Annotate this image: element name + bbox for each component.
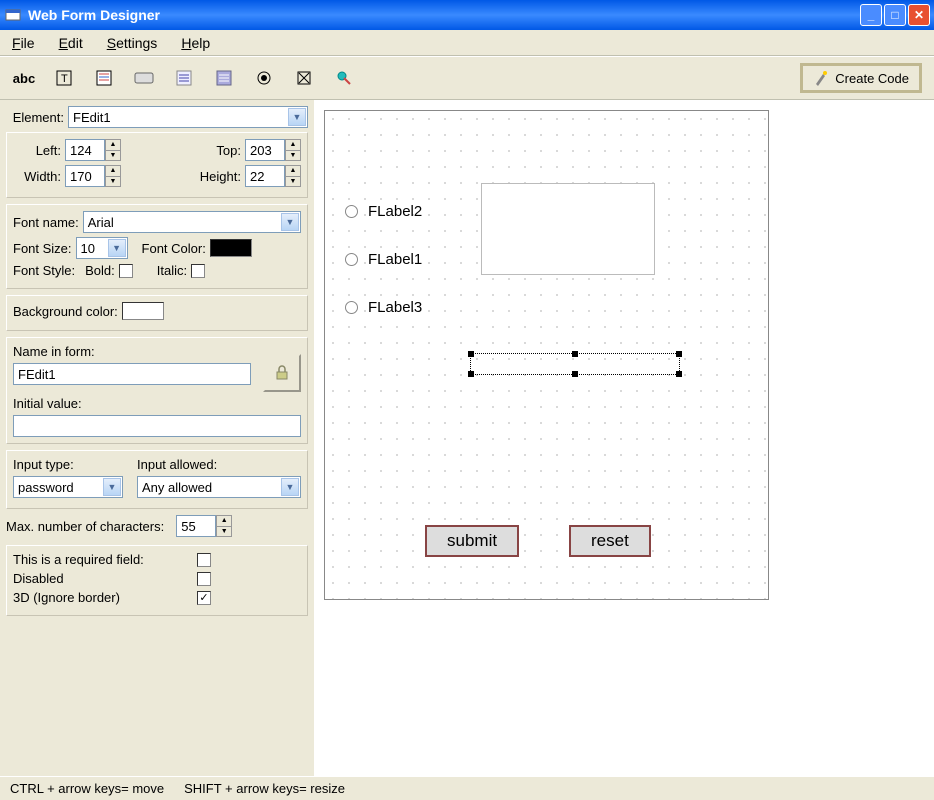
chevron-down-icon: ▼	[288, 108, 306, 126]
close-button[interactable]: ✕	[908, 4, 930, 26]
status-resize-hint: SHIFT + arrow keys= resize	[184, 781, 345, 796]
width-label: Width:	[13, 169, 61, 184]
radio-icon	[345, 205, 358, 218]
status-move-hint: CTRL + arrow keys= move	[10, 781, 164, 796]
max-chars-spinner[interactable]: ▲▼	[176, 515, 232, 537]
width-spinner[interactable]: ▲▼	[65, 165, 121, 187]
italic-label: Italic:	[157, 263, 187, 278]
bg-color-swatch[interactable]	[122, 302, 164, 320]
font-name-combo[interactable]: Arial ▼	[83, 211, 301, 233]
canvas-reset-button[interactable]: reset	[569, 525, 651, 557]
bg-color-label: Background color:	[13, 304, 118, 319]
max-chars-label: Max. number of characters:	[6, 519, 164, 534]
input-type-combo[interactable]: password ▼	[13, 476, 123, 498]
initial-value-input[interactable]	[13, 415, 301, 437]
height-spinner[interactable]: ▲▼	[245, 165, 301, 187]
create-code-button[interactable]: Create Code	[800, 63, 922, 93]
radio-icon	[345, 253, 358, 266]
tool-textarea-icon[interactable]	[92, 66, 116, 90]
top-label: Top:	[173, 143, 241, 158]
required-checkbox[interactable]	[197, 553, 211, 567]
font-color-label: Font Color:	[142, 241, 206, 256]
statusbar: CTRL + arrow keys= move SHIFT + arrow ke…	[0, 776, 934, 800]
chevron-down-icon: ▼	[103, 478, 121, 496]
name-in-form-input[interactable]	[13, 363, 251, 385]
canvas-textarea[interactable]	[481, 183, 655, 275]
canvas-radio-flabel3[interactable]: FLabel3	[345, 299, 422, 316]
menu-help[interactable]: Help	[181, 35, 210, 51]
minimize-button[interactable]: _	[860, 4, 882, 26]
tool-radio-icon[interactable]	[252, 66, 276, 90]
tool-button-icon[interactable]	[132, 66, 156, 90]
disabled-label: Disabled	[13, 571, 193, 586]
font-size-label: Font Size:	[13, 241, 72, 256]
maximize-button[interactable]: □	[884, 4, 906, 26]
canvas-selected-edit[interactable]	[470, 353, 680, 375]
element-combo[interactable]: FEdit1 ▼	[68, 106, 308, 128]
toolbar: abc T Create Code	[0, 56, 934, 100]
tool-text-icon[interactable]: T	[52, 66, 76, 90]
left-spinner[interactable]: ▲▼	[65, 139, 121, 161]
bold-checkbox[interactable]	[119, 264, 133, 278]
name-in-form-label: Name in form:	[13, 344, 251, 359]
wizard-icon	[813, 70, 829, 86]
canvas-radio-flabel1[interactable]: FLabel1	[345, 251, 422, 268]
font-color-swatch[interactable]	[210, 239, 252, 257]
initial-value-label: Initial value:	[13, 396, 301, 411]
input-allowed-label: Input allowed:	[137, 457, 301, 472]
canvas-area: FLabel2 FLabel1 FLabel3 submit reset	[314, 100, 934, 776]
resize-handle[interactable]	[676, 371, 682, 377]
disabled-checkbox[interactable]	[197, 572, 211, 586]
resize-handle[interactable]	[572, 351, 578, 357]
font-name-label: Font name:	[13, 215, 79, 230]
input-type-label: Input type:	[13, 457, 133, 472]
ignore3d-checkbox[interactable]: ✓	[197, 591, 211, 605]
resize-handle[interactable]	[676, 351, 682, 357]
ignore3d-label: 3D (Ignore border)	[13, 590, 193, 605]
lock-button[interactable]	[263, 354, 301, 392]
form-canvas[interactable]: FLabel2 FLabel1 FLabel3 submit reset	[324, 110, 769, 600]
height-label: Height:	[173, 169, 241, 184]
window-titlebar: Web Form Designer _ □ ✕	[0, 0, 934, 30]
canvas-radio-flabel2[interactable]: FLabel2	[345, 203, 422, 220]
svg-text:T: T	[61, 73, 68, 85]
tool-label-icon[interactable]: abc	[12, 66, 36, 90]
tool-listbox-icon[interactable]	[212, 66, 236, 90]
properties-panel: Element: FEdit1 ▼ Left: ▲▼ Top: ▲▼ Width…	[0, 100, 314, 776]
lock-icon	[274, 365, 290, 381]
app-icon	[4, 6, 22, 24]
menu-settings[interactable]: Settings	[107, 35, 158, 51]
font-size-combo[interactable]: 10 ▼	[76, 237, 128, 259]
font-style-label: Font Style:	[13, 263, 75, 278]
chevron-down-icon: ▼	[281, 213, 299, 231]
italic-checkbox[interactable]	[191, 264, 205, 278]
tool-combobox-icon[interactable]	[172, 66, 196, 90]
window-title: Web Form Designer	[28, 7, 858, 23]
left-label: Left:	[13, 143, 61, 158]
resize-handle[interactable]	[572, 371, 578, 377]
menu-edit[interactable]: Edit	[59, 35, 83, 51]
input-allowed-combo[interactable]: Any allowed ▼	[137, 476, 301, 498]
tool-checkbox-icon[interactable]	[292, 66, 316, 90]
tool-pointer-icon[interactable]	[332, 66, 356, 90]
resize-handle[interactable]	[468, 371, 474, 377]
chevron-down-icon: ▼	[281, 478, 299, 496]
required-label: This is a required field:	[13, 552, 193, 567]
canvas-submit-button[interactable]: submit	[425, 525, 519, 557]
menubar: File Edit Settings Help	[0, 30, 934, 56]
resize-handle[interactable]	[468, 351, 474, 357]
top-spinner[interactable]: ▲▼	[245, 139, 301, 161]
chevron-down-icon: ▼	[108, 239, 126, 257]
menu-file[interactable]: File	[12, 35, 35, 51]
bold-label: Bold:	[85, 263, 115, 278]
create-code-label: Create Code	[835, 71, 909, 86]
element-label: Element:	[6, 110, 64, 125]
radio-icon	[345, 301, 358, 314]
